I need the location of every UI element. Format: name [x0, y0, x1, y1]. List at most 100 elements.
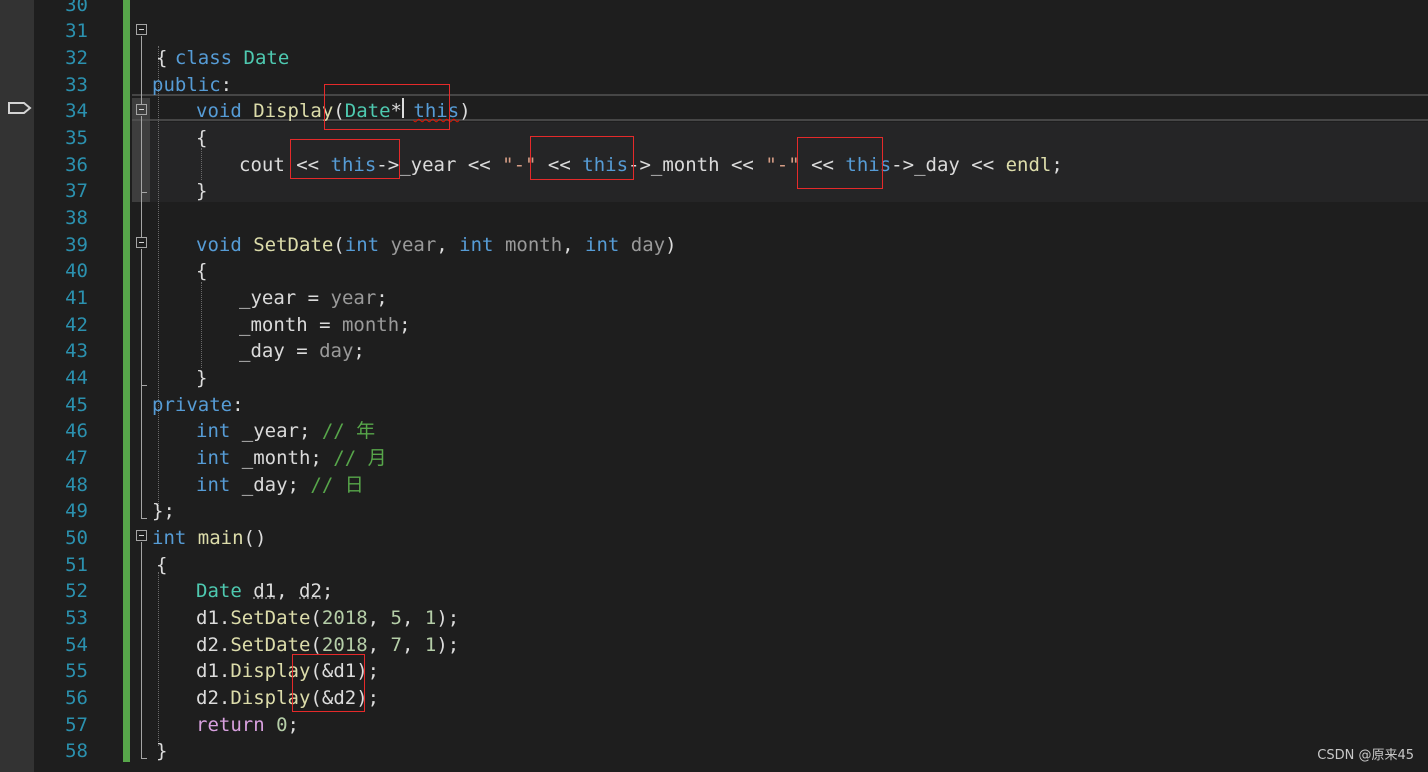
paren: ( [333, 234, 345, 256]
param-name: month [341, 314, 400, 336]
comma: , [401, 607, 425, 629]
code-line-53[interactable]: d1.SetDate(2018, 5, 1); [196, 605, 459, 632]
comma: , [276, 580, 299, 602]
operator: << [719, 154, 766, 176]
code-line-48[interactable]: int _day; // 日 [196, 472, 364, 499]
brace: } [196, 367, 208, 389]
comma: , [436, 234, 460, 256]
indent-guide [201, 148, 202, 180]
code-line-42[interactable]: _month = month; [239, 312, 411, 339]
line-number: 35 [65, 127, 88, 149]
collapse-display-icon[interactable] [136, 104, 147, 115]
keyword: return [196, 714, 265, 736]
semicolon: ; [353, 340, 365, 362]
line-number: 57 [65, 714, 88, 736]
line-number: 55 [65, 660, 88, 682]
code-line-47[interactable]: int _month; // 月 [196, 445, 387, 472]
indent-guide [158, 46, 159, 506]
dot: . [218, 660, 231, 682]
parens: () [243, 527, 267, 549]
brace: { [196, 127, 208, 149]
current-line-marker-icon [8, 102, 32, 114]
code-line-49[interactable]: }; [152, 498, 175, 525]
member-field: _year [239, 287, 297, 309]
access-specifier: public [152, 74, 221, 96]
code-line-45[interactable]: private: [152, 392, 244, 419]
assign: = [296, 287, 331, 309]
paren: ) [459, 100, 471, 122]
colon: : [220, 74, 233, 96]
brace: { [156, 554, 168, 576]
code-line-46[interactable]: int _year; // 年 [196, 418, 375, 445]
paren: ( [310, 607, 322, 629]
line-number: 30 [65, 0, 88, 16]
code-line-43[interactable]: _day = day; [239, 338, 365, 365]
collapse-class-icon[interactable] [136, 24, 147, 35]
code-line-50[interactable]: int main() [152, 525, 266, 552]
return-type: void [196, 234, 242, 256]
collapse-setdate-icon[interactable] [136, 237, 147, 248]
annotation-box-address-args [292, 654, 365, 712]
field-type: int [196, 474, 231, 496]
annotation-box-this-param [324, 84, 450, 130]
comment: // 日 [298, 474, 364, 496]
semicolon: ; [1051, 154, 1063, 176]
outline-line [141, 36, 142, 104]
outline-line [141, 518, 147, 519]
semicolon: ; [298, 420, 311, 442]
line-number: 50 [65, 527, 88, 549]
line-number: 49 [65, 500, 88, 522]
colon: : [232, 394, 244, 416]
param-type: int [459, 234, 494, 256]
arrow: -> [891, 154, 915, 176]
number: 7 [390, 634, 402, 656]
param-name: day [619, 234, 666, 256]
member-field: _day [230, 474, 288, 496]
code-line-57[interactable]: return 0; [196, 712, 299, 739]
line-number: 54 [65, 634, 88, 656]
param-type: int [585, 234, 620, 256]
param-name: year [330, 287, 377, 309]
brace: }; [152, 500, 175, 522]
comment: // 月 [321, 447, 387, 469]
number: 5 [390, 607, 402, 629]
code-line-35[interactable]: { [196, 125, 207, 152]
comment: // 年 [310, 420, 376, 442]
code-line-37[interactable]: } [196, 178, 207, 205]
code-line-39[interactable]: void SetDate(int year, int month, int da… [196, 232, 677, 259]
brace: } [196, 180, 208, 202]
variable: d2 [299, 580, 322, 602]
code-line-33[interactable]: public: [152, 72, 232, 99]
member-field: _month [239, 314, 308, 336]
code-line-41[interactable]: _year = year; [239, 285, 388, 312]
member-field: _month [230, 447, 311, 469]
outline-line [141, 385, 147, 386]
line-number: 45 [65, 394, 88, 416]
code-line-32[interactable]: { [156, 45, 167, 72]
code-line-52[interactable]: Date d1, d2; [196, 578, 333, 605]
line-number: 36 [65, 154, 88, 176]
code-line-44[interactable]: } [196, 365, 207, 392]
line-number: 53 [65, 607, 88, 629]
line-number: 34 [65, 100, 88, 122]
code-line-40[interactable]: { [196, 258, 207, 285]
param-name: day [319, 340, 354, 362]
code-line-31[interactable]: class Date [152, 18, 289, 69]
annotation-box-this-year [290, 139, 400, 179]
paren: ( [310, 634, 322, 656]
collapse-main-icon[interactable] [136, 530, 147, 541]
code-line-51[interactable]: { [156, 552, 167, 579]
code-line-58[interactable]: } [156, 738, 167, 765]
line-number: 47 [65, 447, 88, 469]
comma: , [367, 634, 391, 656]
method-name: SetDate [230, 607, 311, 629]
watermark: CSDN @原来45 [1317, 748, 1414, 763]
semicolon: ; [310, 447, 322, 469]
operator: << [959, 154, 1006, 176]
semicolon: ; [287, 714, 299, 736]
assign: = [307, 314, 342, 336]
field-type: int [196, 420, 231, 442]
dot: . [218, 607, 231, 629]
cout: cout [239, 154, 297, 176]
member-field: _month [650, 154, 720, 176]
